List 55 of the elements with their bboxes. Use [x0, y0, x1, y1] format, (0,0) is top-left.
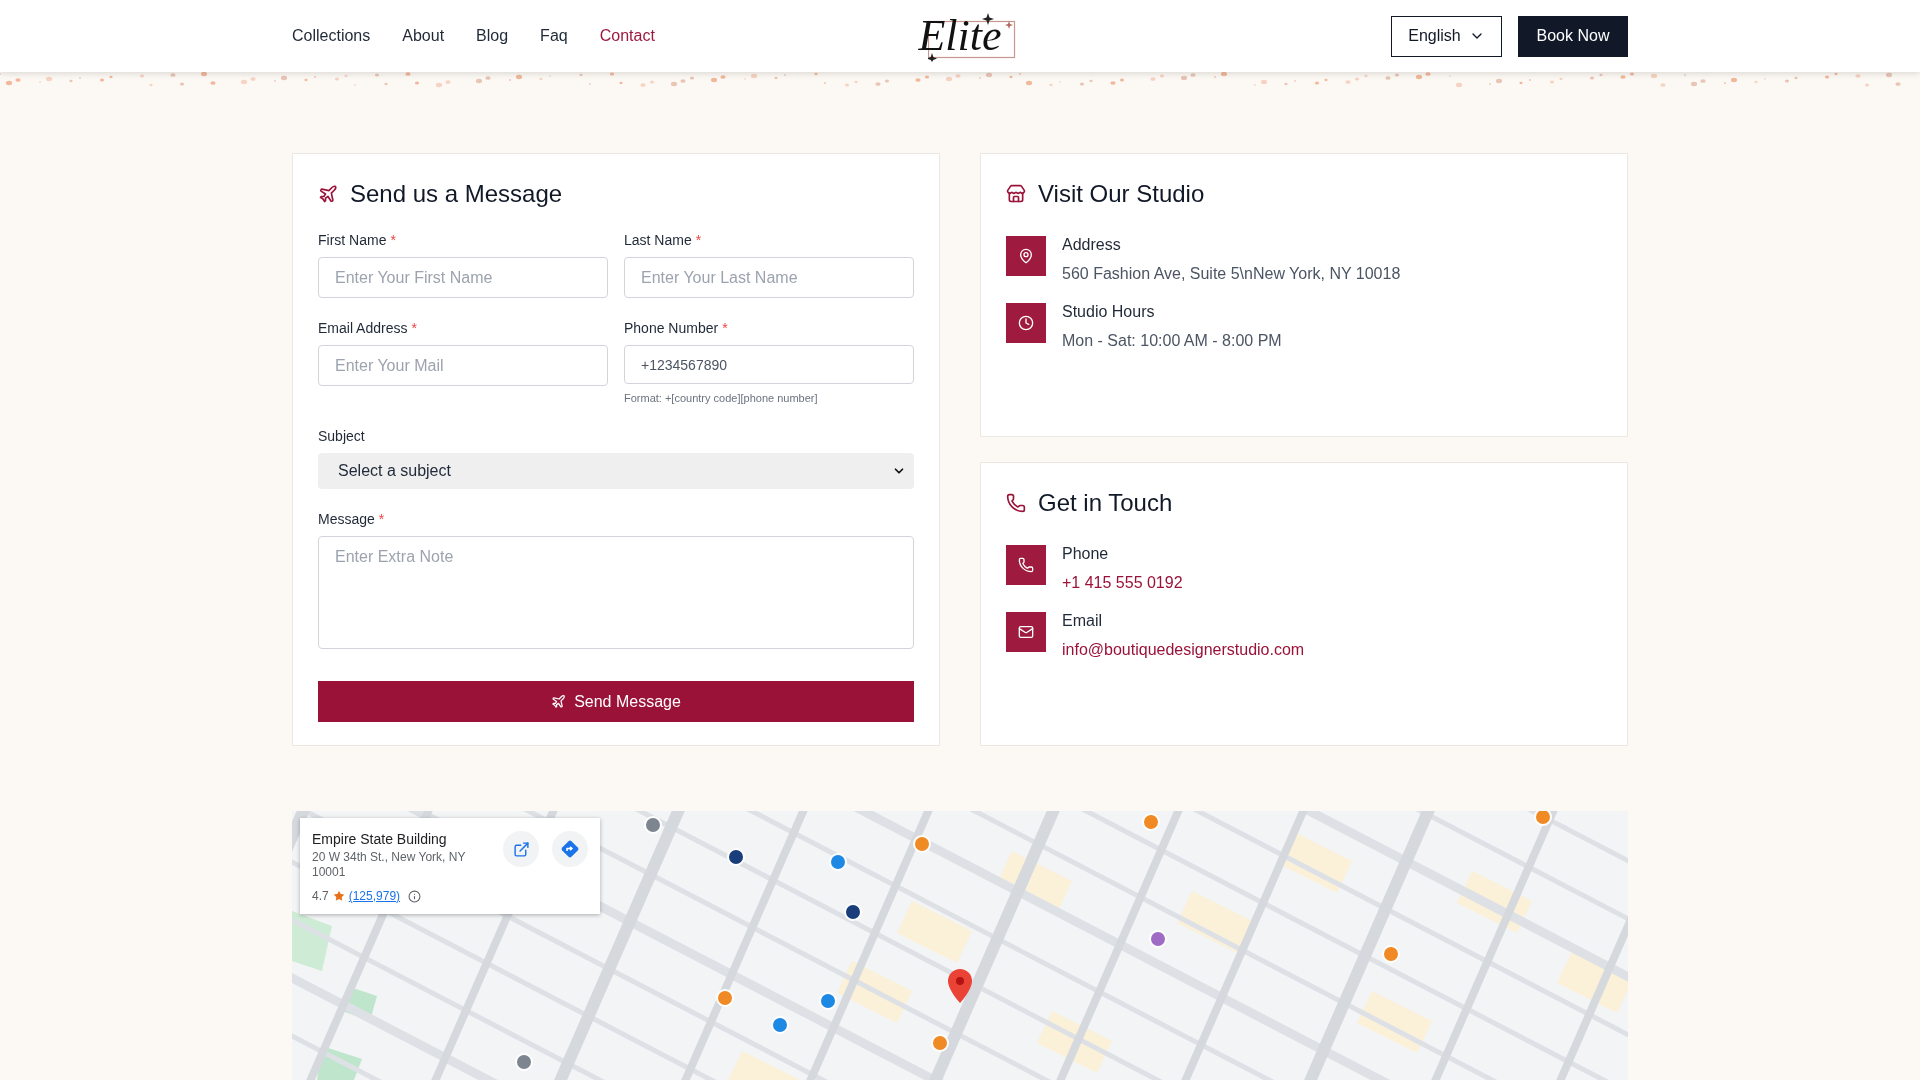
field-label: Subject — [318, 426, 365, 446]
phone-link[interactable]: +1 415 555 0192 — [1062, 571, 1183, 595]
place-name: Empire State Building — [312, 830, 448, 848]
required-mark: * — [390, 230, 396, 250]
directions-button[interactable] — [552, 831, 588, 867]
message-textarea[interactable]: Enter Extra Note — [318, 536, 914, 649]
reviews-link[interactable]: (125,979) — [348, 888, 401, 904]
open-map-button[interactable] — [503, 831, 539, 867]
nav-link[interactable]: Blog — [476, 24, 509, 48]
language-select[interactable]: English — [1391, 15, 1502, 57]
nav-link[interactable]: About — [402, 24, 445, 48]
required-mark: * — [411, 318, 417, 338]
field-label: Phone Number — [624, 318, 719, 338]
map-pin-icon — [1006, 236, 1046, 276]
required-mark: * — [722, 318, 728, 338]
clock-icon — [1006, 303, 1046, 343]
info-label: Email — [1062, 611, 1103, 631]
required-mark: * — [695, 230, 702, 250]
required-mark: * — [378, 509, 385, 529]
rating-value: 4.7 — [312, 888, 329, 904]
field-label: Last Name — [624, 230, 692, 250]
info-label: Address — [1062, 235, 1122, 255]
phone-icon — [1006, 493, 1026, 513]
send-message-button[interactable]: Send Message — [318, 681, 914, 722]
star-icon — [332, 890, 345, 902]
card-title: Get in Touch — [1038, 488, 1173, 518]
store-icon — [1006, 184, 1026, 204]
field-hint: Format: +[country code][phone number] — [624, 391, 819, 406]
field-label: First Name — [318, 230, 387, 250]
info-icon[interactable] — [408, 889, 422, 903]
mail-icon — [1006, 612, 1046, 652]
input-field[interactable]: Enter Your Mail — [318, 345, 608, 386]
nav-link[interactable]: Faq — [540, 24, 568, 48]
place-address: 20 W 34th St., New York, NY 10001 — [312, 850, 467, 880]
phone-input-field[interactable]: +1234567890 — [624, 345, 914, 384]
phone-icon — [1006, 545, 1046, 585]
info-value: Mon - Sat: 10:00 AM - 8:00 PM — [1062, 331, 1282, 351]
logo-text[interactable]: Elite — [918, 14, 1002, 58]
book-now-button[interactable]: Book Now — [1518, 15, 1628, 57]
info-label: Phone — [1062, 544, 1110, 564]
nav-link[interactable]: Collections — [292, 24, 371, 48]
external-link-icon — [512, 840, 530, 858]
plane-icon — [318, 184, 338, 204]
email-link[interactable]: info@boutiquedesignerstudio.com — [1062, 638, 1305, 662]
field-label: Message — [318, 509, 375, 529]
info-label: Studio Hours — [1062, 302, 1156, 322]
plane-icon — [551, 694, 567, 709]
input-field[interactable]: Enter Your Last Name — [624, 257, 914, 298]
card-title: Visit Our Studio — [1038, 179, 1205, 209]
field-label: Email Address — [318, 318, 408, 338]
nav-link[interactable]: Contact — [599, 24, 655, 48]
card-title: Send us a Message — [350, 179, 563, 209]
subject-select[interactable]: Select a subject — [318, 453, 914, 489]
input-field[interactable]: Enter Your First Name — [318, 257, 608, 298]
info-value: 560 Fashion Ave, Suite 5\nNew York, NY 10018 — [1062, 264, 1401, 284]
